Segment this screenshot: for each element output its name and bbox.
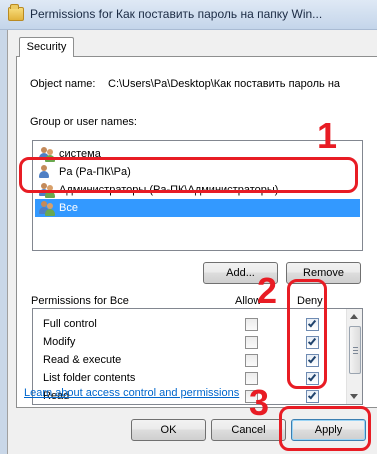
annotation-ring-3: [279, 406, 371, 451]
permission-name: Full control: [43, 318, 97, 330]
group-user-names-label: Group or user names:: [30, 116, 137, 128]
permissions-for-label: Permissions for Все: [31, 295, 129, 307]
permission-name: Read & execute: [43, 354, 122, 366]
object-name-value: C:\Users\Pa\Desktop\Как поставить пароль…: [108, 78, 341, 90]
learn-access-control-link[interactable]: Learn about access control and permissio…: [24, 387, 239, 399]
list-item-selected[interactable]: Все: [35, 199, 360, 217]
permission-name: Modify: [43, 336, 76, 348]
permissions-scrollbar[interactable]: [346, 309, 362, 404]
allow-checkbox[interactable]: [245, 318, 258, 331]
object-name-label: Object name:: [30, 78, 96, 90]
annotation-number-1: 1: [317, 115, 338, 156]
user-name: Все: [59, 202, 78, 214]
window-title: Permissions for Как поставить пароль на …: [30, 7, 323, 21]
ok-button[interactable]: OK: [131, 419, 206, 441]
annotation-ring-1: [19, 157, 358, 193]
allow-checkbox[interactable]: [245, 354, 258, 367]
folder-icon: [8, 4, 24, 21]
permissions-dialog: Security Object name: C:\Users\Pa\Deskto…: [7, 30, 377, 454]
scroll-down-icon[interactable]: [350, 394, 358, 399]
annotation-number-3: 3: [249, 382, 270, 423]
user-group-icon: [39, 200, 56, 216]
annotation-number-2: 2: [257, 270, 278, 311]
allow-checkbox[interactable]: [245, 336, 258, 349]
title-bar[interactable]: Permissions for Как поставить пароль на …: [0, 0, 377, 30]
deny-checkbox[interactable]: [306, 390, 319, 403]
annotation-ring-2: [287, 279, 327, 389]
tab-security[interactable]: Security: [19, 37, 74, 57]
scrollbar-thumb[interactable]: [349, 326, 361, 374]
scroll-up-icon[interactable]: [350, 314, 358, 319]
permission-name: List folder contents: [43, 372, 136, 384]
checkbox-check-icon: [307, 390, 317, 400]
